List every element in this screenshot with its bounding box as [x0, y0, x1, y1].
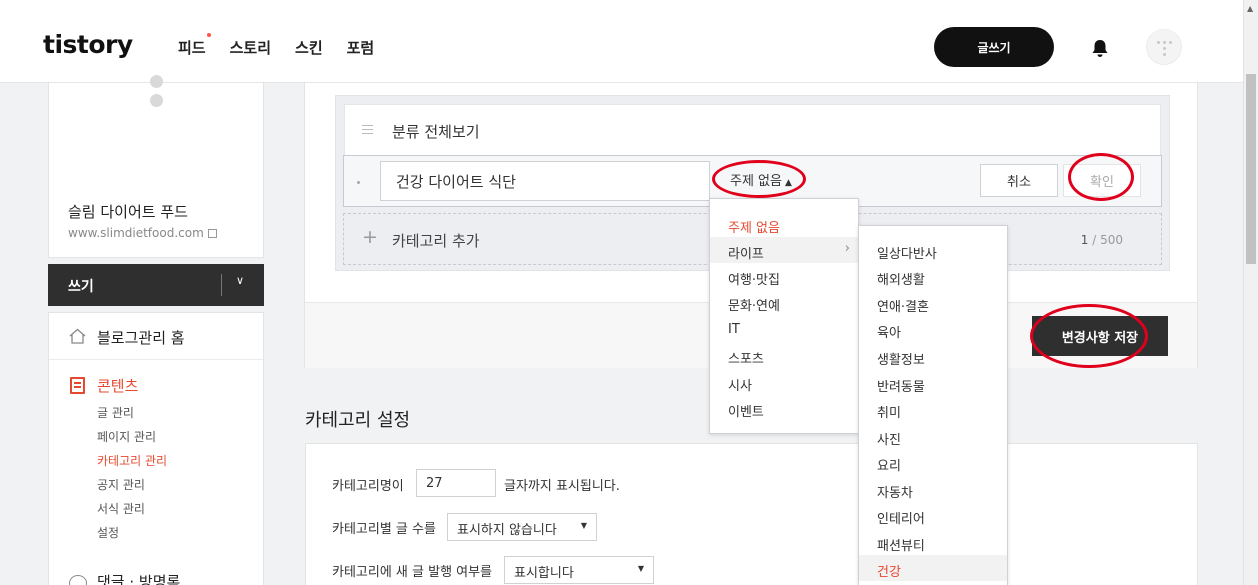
annotation-ring-save — [1030, 304, 1148, 368]
blog-url-link[interactable]: www.slimdietfood.com — [68, 226, 217, 240]
name-length-label: 카테고리명이 — [332, 479, 404, 494]
post-count-select[interactable]: 표시하지 않습니다 ▼ — [447, 513, 597, 541]
top-header: tistory 피드 스토리 스킨 포럼 글쓰기 — [0, 0, 1243, 83]
subtopic-option[interactable]: 인테리어 — [859, 502, 1007, 528]
external-link-icon — [207, 229, 217, 238]
post-count-label: 카테고리별 글 수를 — [332, 522, 436, 537]
chevron-down-icon[interactable]: ∨ — [236, 274, 244, 287]
topic-dropdown: 주제 없음 라이프 › 여행·맛집 문화·연예 IT 스포츠 시사 이벤트 — [709, 198, 859, 434]
cancel-button[interactable]: 취소 — [980, 164, 1058, 197]
new-post-label: 카테고리에 새 글 발행 여부를 — [332, 565, 493, 580]
nav-story[interactable]: 스토리 — [230, 37, 271, 58]
sidebar-subitem-notices[interactable]: 공지 관리 — [97, 476, 145, 493]
name-length-input[interactable] — [416, 469, 496, 497]
category-row-all[interactable]: 분류 전체보기 — [344, 104, 1161, 156]
subtopic-option[interactable]: 패션뷰티 — [859, 529, 1007, 555]
profile-dot-icon — [150, 94, 163, 107]
tistory-logo[interactable]: tistory — [43, 30, 133, 59]
topic-option[interactable]: 주제 없음 — [710, 211, 858, 237]
sidebar-item-label: 블로그관리 홈 — [97, 329, 185, 347]
comment-icon — [69, 575, 87, 585]
category-settings-panel: 카테고리명이 글자까지 표시됩니다. 카테고리별 글 수를 표시하지 않습니다▼… — [305, 443, 1198, 585]
main-nav: 피드 스토리 스킨 포럼 — [178, 33, 398, 58]
profile-dot-icon — [150, 75, 163, 88]
sidebar-item-contents[interactable]: 콘텐츠 — [97, 375, 138, 396]
sidebar-write-bar: 쓰기 ∨ — [48, 264, 264, 306]
topic-option[interactable]: IT — [710, 316, 858, 342]
name-length-suffix: 글자까지 표시됩니다. — [504, 479, 620, 494]
sidebar-subitem-settings[interactable]: 설정 — [97, 524, 119, 541]
subtopic-option[interactable]: 해외생활 — [859, 263, 1007, 289]
sidebar-subitem-templates[interactable]: 서식 관리 — [97, 500, 145, 517]
document-icon — [70, 377, 85, 394]
caret-down-icon: ▼ — [637, 564, 644, 573]
subtopic-option[interactable]: 반려동물 — [859, 370, 1007, 396]
subtopic-option-health[interactable]: 건강 — [859, 555, 1007, 581]
nav-skin[interactable]: 스킨 — [295, 37, 323, 58]
category-all-label: 분류 전체보기 — [392, 123, 480, 141]
sidebar-subitem-pages[interactable]: 페이지 관리 — [97, 428, 156, 445]
subtopic-option[interactable]: 육아 — [859, 316, 1007, 342]
page-scrollbar[interactable]: ▲ — [1243, 0, 1258, 585]
plus-icon: + — [362, 226, 378, 248]
divider — [221, 274, 222, 296]
bell-icon[interactable] — [1090, 38, 1110, 58]
subtopic-option[interactable]: 사진 — [859, 423, 1007, 449]
topic-option[interactable]: 문화·연예 — [710, 289, 858, 315]
scroll-thumb[interactable] — [1246, 74, 1256, 264]
blog-name[interactable]: 슬림 다이어트 푸드 — [68, 201, 188, 222]
sidebar-subitem-categories[interactable]: 카테고리 관리 — [97, 452, 167, 469]
sidebar-subitem-posts[interactable]: 글 관리 — [97, 404, 134, 421]
caret-down-icon: ▼ — [580, 521, 587, 530]
topic-option[interactable]: 시사 — [710, 369, 858, 395]
topic-submenu: 일상다반사 해외생활 연애·결혼 육아 생활정보 반려동물 취미 사진 요리 자… — [858, 225, 1008, 585]
write-post-button[interactable]: 글쓰기 — [934, 27, 1054, 67]
sidebar-menu: 블로그관리 홈 콘텐츠 글 관리 페이지 관리 카테고리 관리 공지 관리 서식… — [48, 312, 264, 585]
new-dot-icon — [206, 33, 211, 37]
scroll-up-icon[interactable]: ▲ — [1247, 4, 1253, 13]
category-counter: 1 / 500 — [1080, 233, 1123, 247]
topic-option[interactable]: 이벤트 — [710, 395, 858, 421]
nav-feed[interactable]: 피드 — [178, 33, 211, 58]
topic-option-life[interactable]: 라이프 › — [710, 237, 858, 263]
drag-handle-icon — [362, 125, 373, 134]
topic-option[interactable]: 스포츠 — [710, 342, 858, 368]
subtopic-option[interactable]: 취미 — [859, 396, 1007, 422]
subtopic-option[interactable]: 연애·결혼 — [859, 290, 1007, 316]
profile-avatar-button[interactable] — [1146, 29, 1182, 65]
subtopic-option[interactable]: 생활정보 — [859, 343, 1007, 369]
subtopic-option[interactable]: 자동차 — [859, 476, 1007, 502]
drag-handle-icon[interactable] — [357, 181, 360, 184]
sidebar-item-comments[interactable]: 댓글 · 방명록 — [97, 571, 180, 585]
new-post-select[interactable]: 표시합니다 ▼ — [504, 556, 654, 584]
nav-forum[interactable]: 포럼 — [347, 37, 375, 58]
subtopic-option[interactable]: 요리 — [859, 449, 1007, 475]
topic-option[interactable]: 여행·맛집 — [710, 263, 858, 289]
annotation-ring-confirm — [1068, 153, 1134, 201]
blog-profile-card: 슬림 다이어트 푸드 www.slimdietfood.com — [48, 75, 264, 258]
annotation-ring-topic — [712, 160, 806, 198]
home-icon — [69, 328, 86, 344]
sidebar-item-home[interactable]: 블로그관리 홈 — [49, 313, 263, 360]
category-name-input[interactable] — [380, 161, 710, 201]
add-category-label: 카테고리 추가 — [392, 232, 480, 250]
subtopic-option[interactable]: 일상다반사 — [859, 237, 1007, 263]
chevron-right-icon: › — [844, 241, 850, 256]
sidebar-write-button[interactable]: 쓰기 — [68, 276, 94, 296]
settings-title: 카테고리 설정 — [305, 410, 411, 431]
